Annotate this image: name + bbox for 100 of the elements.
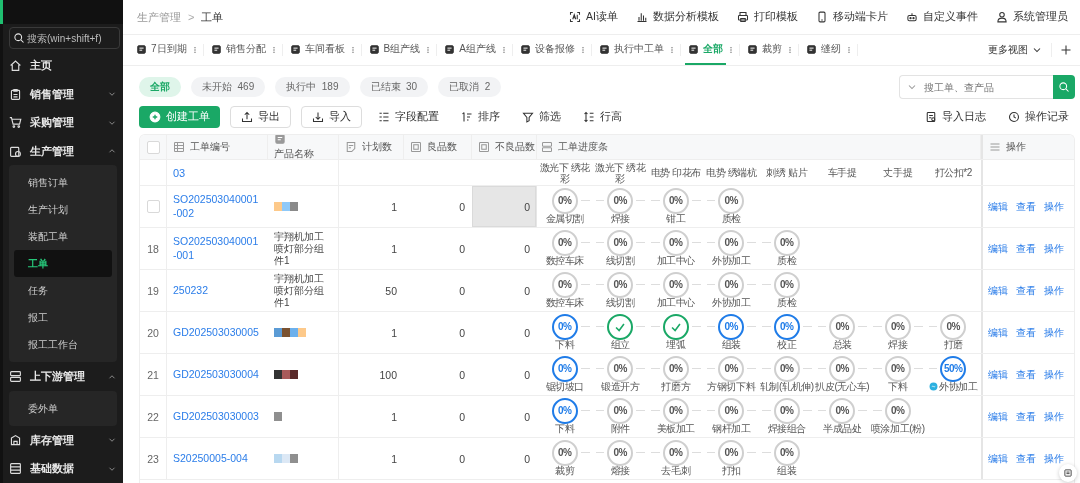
step-progress-node[interactable]: 0% — [884, 355, 911, 382]
step-progress-node[interactable]: 0% — [662, 187, 689, 214]
view-tab[interactable]: 设备报修 — [516, 35, 578, 65]
view-tab[interactable]: 执行中工单 — [595, 35, 667, 65]
work-order-link[interactable]: S20250005-004 — [173, 451, 248, 466]
work-order-link[interactable]: GD202503030004 — [173, 367, 259, 382]
step-progress-node[interactable]: 0% — [718, 397, 745, 424]
status-filter[interactable]: 执行中 189 — [275, 77, 350, 97]
step-complete-node[interactable] — [662, 313, 689, 340]
sidebar-item[interactable]: 库存管理 — [9, 425, 117, 455]
action-link[interactable]: 查看 — [1016, 367, 1036, 382]
toolbar-button[interactable]: 排序 — [455, 106, 506, 128]
step-progress-node[interactable]: 0% — [773, 397, 800, 424]
step-progress-node[interactable]: 0% — [551, 355, 578, 382]
work-order-link[interactable]: GD202503030005 — [173, 325, 259, 340]
toolbar-button[interactable]: 导入 — [301, 106, 362, 128]
toolbar-button[interactable]: 导入日志 — [919, 106, 992, 128]
toolbar-button[interactable]: 行高 — [577, 106, 628, 128]
view-tab[interactable]: A组产线 — [441, 35, 499, 65]
sidebar-item[interactable]: 上下游管理 — [9, 362, 117, 391]
step-progress-node[interactable]: 0% — [607, 229, 634, 256]
column-header[interactable]: 不良品数 — [472, 135, 537, 159]
search-button[interactable] — [1053, 75, 1075, 99]
view-tab[interactable]: 裁剪 — [743, 35, 785, 65]
action-link[interactable]: 编辑 — [988, 241, 1008, 256]
action-link[interactable]: 查看 — [1016, 409, 1036, 424]
action-link[interactable]: 编辑 — [988, 367, 1008, 382]
column-header[interactable]: 工单编号 — [167, 135, 268, 159]
step-progress-node[interactable]: 0% — [551, 229, 578, 256]
view-tab[interactable]: 销售分配 — [207, 35, 269, 65]
action-link[interactable]: 操作 — [1044, 409, 1064, 424]
step-progress-node[interactable]: 0% — [662, 355, 689, 382]
step-progress-node[interactable]: 0% — [940, 313, 967, 340]
action-link[interactable]: 编辑 — [988, 325, 1008, 340]
sidebar-item[interactable]: 销售管理 — [9, 79, 117, 109]
step-progress-node[interactable]: 0% — [551, 271, 578, 298]
action-link[interactable]: 查看 — [1016, 451, 1036, 466]
sidebar-item[interactable]: 报工工作台 — [14, 331, 112, 359]
step-progress-node[interactable]: 0% — [718, 187, 745, 214]
sidebar-item[interactable]: 装配工单 — [14, 223, 112, 251]
step-progress-node[interactable]: 0% — [551, 439, 578, 466]
sidebar-item[interactable]: 基础数据 — [9, 454, 117, 483]
view-tab[interactable]: 车间看板 — [286, 35, 348, 65]
work-order-link[interactable]: GD202503030003 — [173, 409, 259, 424]
step-progress-node[interactable]: 0% — [718, 355, 745, 382]
step-progress-node[interactable]: 0% — [662, 397, 689, 424]
action-link[interactable]: 编辑 — [988, 451, 1008, 466]
step-progress-node[interactable]: 0% — [607, 439, 634, 466]
status-filter[interactable]: 未开始 469 — [191, 77, 266, 97]
column-header[interactable]: 计划数 — [339, 135, 404, 159]
more-views-button[interactable]: 更多视图 — [988, 43, 1052, 57]
step-progress-node[interactable]: 0% — [607, 397, 634, 424]
step-progress-node[interactable]: 50% — [940, 355, 967, 382]
view-tab[interactable]: 缝纫 — [802, 35, 844, 65]
step-progress-node[interactable]: 0% — [718, 229, 745, 256]
column-header[interactable]: 良品数 — [404, 135, 472, 159]
step-progress-node[interactable]: 0% — [773, 439, 800, 466]
sidebar-item[interactable]: 委外单 — [14, 394, 112, 422]
step-progress-node[interactable]: 0% — [829, 397, 856, 424]
action-link[interactable]: 操作 — [1044, 241, 1064, 256]
step-progress-node[interactable]: 0% — [773, 355, 800, 382]
checkbox[interactable] — [146, 200, 160, 213]
step-progress-node[interactable]: 0% — [607, 187, 634, 214]
step-progress-node[interactable]: 0% — [829, 355, 856, 382]
step-complete-node[interactable] — [607, 313, 634, 340]
step-progress-node[interactable]: 0% — [662, 271, 689, 298]
column-header[interactable]: 操作 — [981, 135, 1074, 159]
header-button[interactable]: 系统管理员 — [996, 10, 1068, 24]
sidebar-item[interactable]: 生产管理 — [9, 136, 117, 166]
sidebar-item[interactable]: 任务 — [14, 277, 112, 305]
step-progress-node[interactable]: 0% — [607, 271, 634, 298]
step-progress-node[interactable]: 0% — [884, 397, 911, 424]
sidebar-item[interactable]: 生产计划 — [14, 196, 112, 224]
work-order-link[interactable]: 250232 — [173, 283, 209, 298]
work-order-link[interactable]: SO202503040001-001 — [173, 235, 261, 262]
toolbar-button[interactable]: 操作记录 — [1002, 106, 1075, 128]
work-order-link[interactable]: 03 — [173, 166, 186, 179]
step-progress-node[interactable]: 0% — [607, 355, 634, 382]
step-progress-node[interactable]: 0% — [829, 313, 856, 340]
step-progress-node[interactable]: 0% — [662, 439, 689, 466]
sidebar-item[interactable]: 主页 — [9, 51, 117, 80]
action-link[interactable]: 查看 — [1016, 241, 1036, 256]
status-filter[interactable]: 已结束 30 — [359, 77, 429, 97]
action-link[interactable]: 编辑 — [988, 199, 1008, 214]
step-progress-node[interactable]: 0% — [884, 313, 911, 340]
step-progress-node[interactable]: 0% — [718, 313, 745, 340]
column-header[interactable]: 产品名称 — [268, 135, 339, 159]
toolbar-button[interactable]: 字段配置 — [372, 106, 445, 128]
column-header[interactable]: 工单进度条 — [537, 135, 981, 159]
action-link[interactable]: 操作 — [1044, 325, 1064, 340]
header-button[interactable]: AI读单 — [569, 10, 618, 24]
action-link[interactable]: 操作 — [1044, 367, 1064, 382]
action-link[interactable]: 编辑 — [988, 409, 1008, 424]
step-progress-node[interactable]: 0% — [718, 439, 745, 466]
action-link[interactable]: 查看 — [1016, 283, 1036, 298]
step-progress-node[interactable]: 0% — [773, 313, 800, 340]
action-link[interactable]: 操作 — [1044, 283, 1064, 298]
step-progress-node[interactable]: 0% — [662, 229, 689, 256]
toolbar-button[interactable]: 筛选 — [516, 106, 567, 128]
action-link[interactable]: 操作 — [1044, 451, 1064, 466]
